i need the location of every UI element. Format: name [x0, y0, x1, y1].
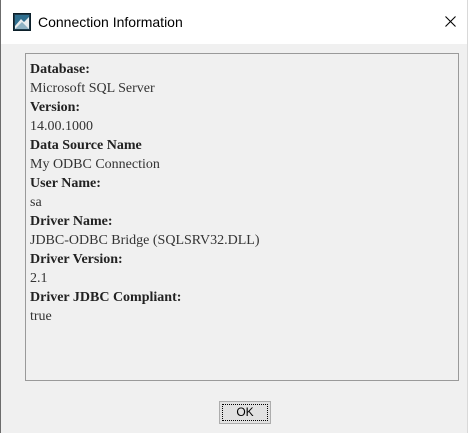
title-bar[interactable]: Connection Information	[1, 0, 467, 44]
user-name-label: User Name:	[30, 176, 101, 191]
window-title: Connection Information	[38, 14, 183, 30]
close-icon	[445, 16, 456, 27]
data-source-name-label: Data Source Name	[30, 138, 142, 153]
database-value: Microsoft SQL Server	[30, 81, 155, 96]
ok-button[interactable]: OK	[219, 401, 271, 424]
close-button[interactable]	[433, 6, 467, 38]
driver-version-label: Driver Version:	[30, 252, 123, 267]
user-name-value: sa	[30, 195, 42, 210]
version-label: Version:	[30, 100, 81, 115]
connection-info-dialog: Connection Information Database: Microso…	[0, 0, 468, 433]
jdbc-compliant-label: Driver JDBC Compliant:	[30, 290, 182, 305]
driver-name-label: Driver Name:	[30, 214, 113, 229]
driver-name-value: JDBC-ODBC Bridge (SQLSRV32.DLL)	[30, 233, 260, 248]
data-source-name-value: My ODBC Connection	[30, 157, 160, 172]
java-app-icon	[13, 13, 31, 31]
connection-info-panel: Database: Microsoft SQL Server Version: …	[25, 53, 459, 381]
database-label: Database:	[30, 62, 90, 77]
driver-version-value: 2.1	[30, 271, 48, 286]
jdbc-compliant-value: true	[30, 309, 52, 324]
version-value: 14.00.1000	[30, 119, 93, 134]
